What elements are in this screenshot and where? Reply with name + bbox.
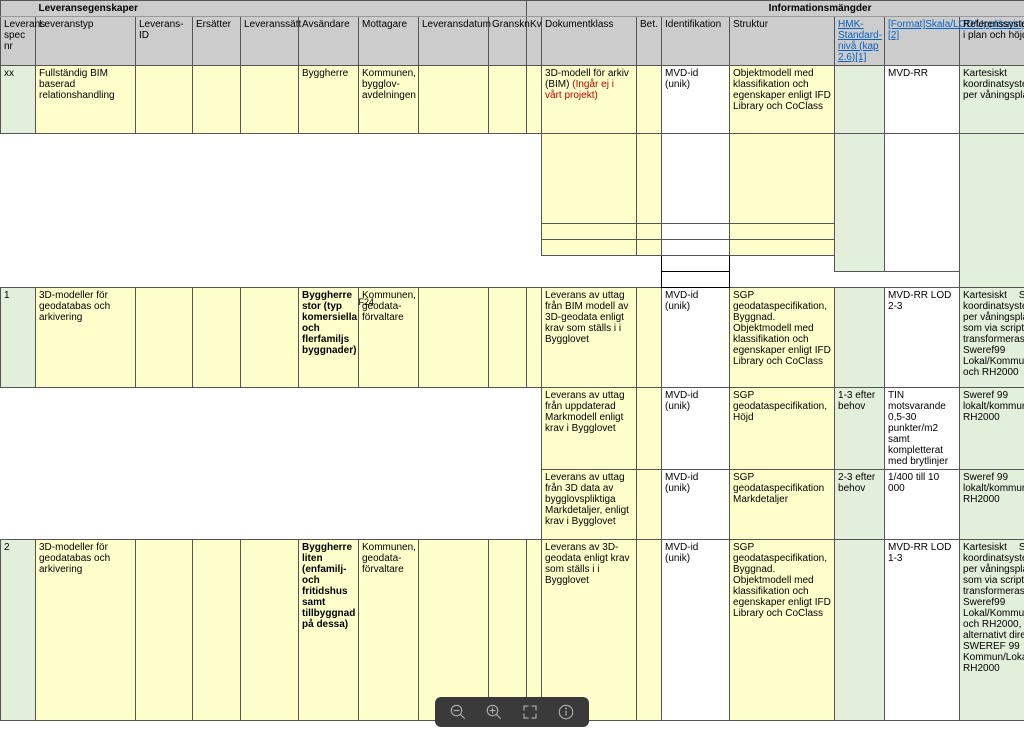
col-skala: [Format]Skala/LOD/Upplösning [2] bbox=[885, 17, 960, 66]
col-leveransdatum: Leveransdatum bbox=[419, 17, 489, 66]
col-identifikation: Identifikation bbox=[662, 17, 730, 66]
section-header-left: Leveransegenskaper bbox=[36, 1, 527, 17]
col-bet: Bet. bbox=[637, 17, 662, 66]
col-ersatter: Ersätter bbox=[193, 17, 241, 66]
info-icon[interactable] bbox=[557, 703, 575, 721]
footnote-2-link[interactable]: [2] bbox=[888, 30, 899, 41]
expand-icon[interactable] bbox=[521, 703, 539, 721]
specification-table: Leveransegenskaper Informationsmängder L… bbox=[0, 0, 1024, 721]
table-row: 1 3D-modeller för geodatabas och arkiver… bbox=[1, 288, 1024, 388]
table-row: Leverans av uttag från uppdaterad Markmo… bbox=[1, 388, 1024, 470]
viewer-toolbar bbox=[435, 697, 589, 727]
col-leverans-id: Leverans-ID bbox=[136, 17, 193, 66]
col-avsandare: Avsändare bbox=[299, 17, 359, 66]
zoom-out-icon[interactable] bbox=[449, 703, 467, 721]
col-spec-nr: Leverans spec nr bbox=[1, 17, 36, 66]
table-row: 2 3D-modeller för geodatabas och arkiver… bbox=[1, 540, 1024, 721]
col-leveranstyp: Leveranstyp bbox=[36, 17, 136, 66]
footnote-1-link[interactable]: [1] bbox=[855, 52, 866, 63]
col-granskn: Granskn bbox=[489, 17, 527, 66]
zoom-in-icon[interactable] bbox=[485, 703, 503, 721]
col-struktur: Struktur bbox=[730, 17, 835, 66]
col-dokumentklass: Dokumentklass bbox=[542, 17, 637, 66]
col-referenssystem: Referenssystem i plan och höjd bbox=[960, 17, 1024, 66]
col-leveranssatt: Leveranssätt bbox=[241, 17, 299, 66]
table-row: xx Fullständig BIM baserad relationshand… bbox=[1, 66, 1024, 134]
col-hmk: HMK-Standard-nivå (kap 2.6)[1] bbox=[835, 17, 885, 66]
section-header-right: Informationsmängder bbox=[527, 1, 1024, 17]
table-row bbox=[1, 134, 1024, 224]
col-mottagare: Mottagare bbox=[359, 17, 419, 66]
